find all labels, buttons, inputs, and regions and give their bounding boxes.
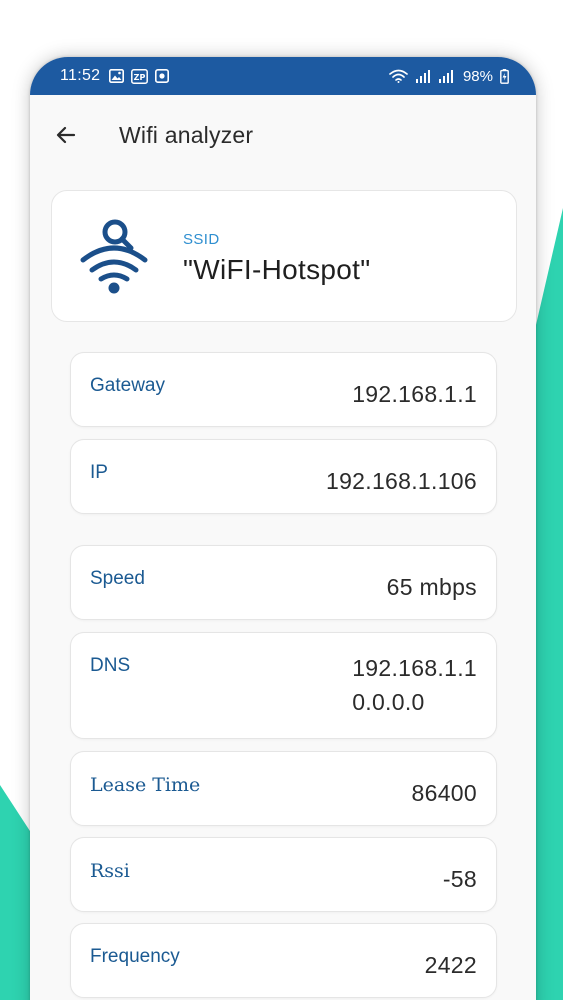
battery-icon xyxy=(500,68,509,84)
page-title: Wifi analyzer xyxy=(119,121,254,148)
info-label: Rssi xyxy=(90,860,130,882)
signal-icon xyxy=(438,69,454,83)
info-value-list: 192.168.1.1 0.0.0.0 xyxy=(352,651,477,719)
status-bar: 11:52 ZP 98% xyxy=(30,57,536,95)
app-notification-icon xyxy=(155,69,170,83)
info-row-frequency: Frequency 2422 xyxy=(70,923,497,998)
status-left: 11:52 ZP xyxy=(60,67,170,85)
signal-icon xyxy=(415,69,431,83)
info-row-ip: IP 192.168.1.106 xyxy=(70,439,497,514)
zp-badge-icon: ZP xyxy=(131,68,149,84)
info-row-gateway: Gateway 192.168.1.1 xyxy=(70,352,497,427)
info-value: -58 xyxy=(442,866,477,892)
wifi-search-icon xyxy=(80,219,148,294)
dns-secondary: 0.0.0.0 xyxy=(352,689,425,715)
app-bar: Wifi analyzer xyxy=(30,95,536,175)
info-row-rssi: Rssi -58 xyxy=(70,837,497,912)
info-label: IP xyxy=(90,462,108,483)
gallery-icon xyxy=(109,69,125,83)
arrow-left-icon[interactable] xyxy=(52,121,80,149)
info-value: 65 mbps xyxy=(386,574,477,600)
info-label: DNS xyxy=(90,655,131,676)
status-right: 98% xyxy=(389,68,509,85)
info-label: Lease Time xyxy=(90,774,201,796)
info-value: 192.168.1.106 xyxy=(326,468,477,494)
info-row-speed: Speed 65 mbps xyxy=(70,545,497,620)
dns-primary: 192.168.1.1 xyxy=(352,655,477,681)
phone-frame: 11:52 ZP 98% Wifi analyzer SSID "WiFI-Ho… xyxy=(30,57,536,1000)
info-row-lease-time: Lease Time 86400 xyxy=(70,751,497,826)
wifi-icon xyxy=(389,69,408,83)
zp-badge-text: ZP xyxy=(134,73,146,82)
ssid-label: SSID xyxy=(183,230,220,248)
info-label: Gateway xyxy=(90,375,165,396)
info-label: Frequency xyxy=(90,946,180,967)
ssid-value: "WiFI-Hotspot" xyxy=(183,253,371,285)
info-row-dns: DNS 192.168.1.1 0.0.0.0 xyxy=(70,632,497,739)
info-value: 192.168.1.1 xyxy=(352,381,477,407)
ssid-text: SSID "WiFI-Hotspot" xyxy=(183,231,370,286)
info-value: 86400 xyxy=(411,780,477,806)
info-label: Speed xyxy=(90,568,145,589)
status-time: 11:52 xyxy=(60,67,101,84)
info-value: 2422 xyxy=(424,952,477,978)
battery-percentage: 98% xyxy=(462,67,493,85)
ssid-card: SSID "WiFI-Hotspot" xyxy=(51,190,517,322)
